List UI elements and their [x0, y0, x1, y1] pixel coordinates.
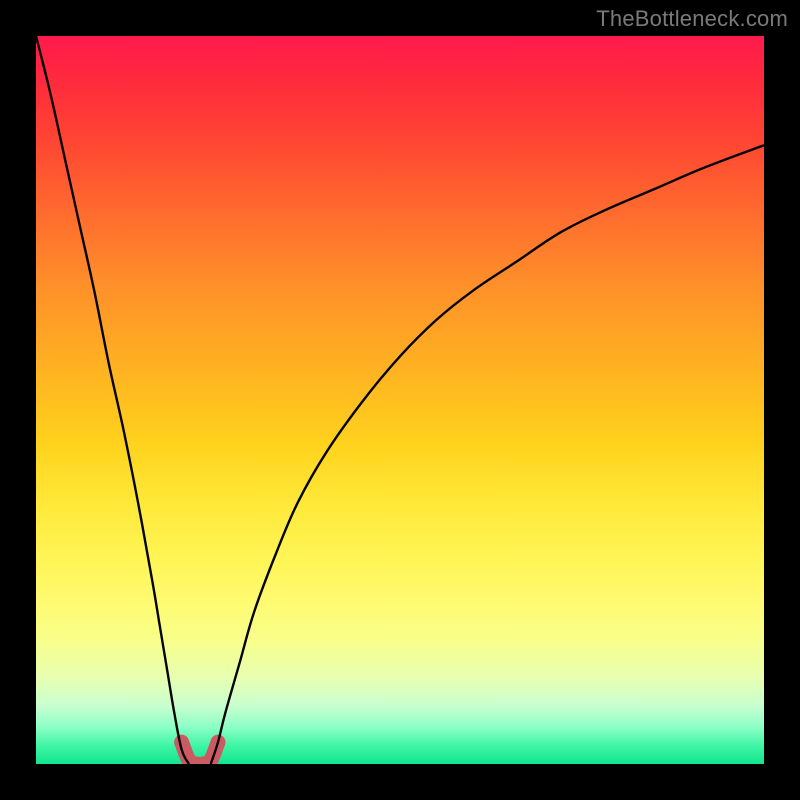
- chart-frame: TheBottleneck.com: [0, 0, 800, 800]
- right-curve: [211, 145, 764, 764]
- left-curve: [36, 36, 189, 764]
- watermark-text: TheBottleneck.com: [596, 6, 788, 32]
- chart-svg: [36, 36, 764, 764]
- plot-area: [36, 36, 764, 764]
